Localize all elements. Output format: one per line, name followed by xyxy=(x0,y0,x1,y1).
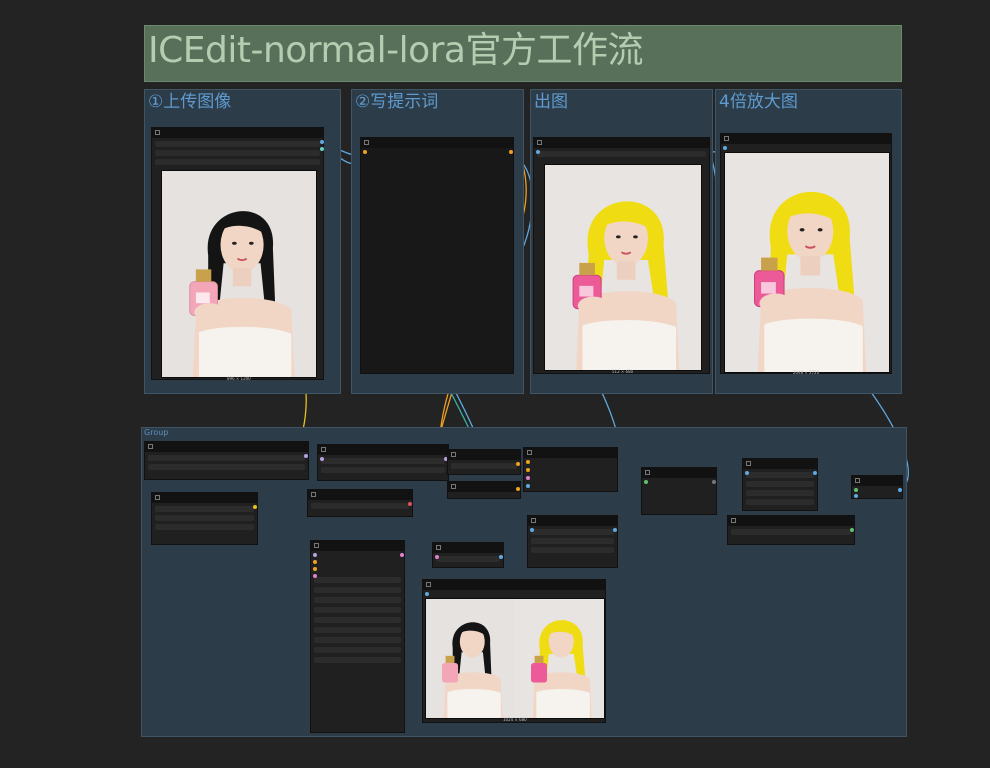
square-icon[interactable] xyxy=(436,545,441,550)
empty-latent-node[interactable] xyxy=(432,542,504,568)
compare-preview-node[interactable]: 1024 × 680 xyxy=(422,579,606,723)
upscaled-image-preview xyxy=(724,152,890,373)
upscale-model-node[interactable] xyxy=(742,458,818,511)
square-icon[interactable] xyxy=(746,461,751,466)
workflow-canvas[interactable]: ICEdit-normal-lora官方工作流 ①上传图像 896 × 1200… xyxy=(0,0,990,768)
output-image-size: 512 × 680 xyxy=(612,369,634,374)
ksampler-node[interactable] xyxy=(310,540,405,733)
portrait-yellow-hair-image xyxy=(725,153,889,372)
square-icon[interactable] xyxy=(148,444,153,449)
input-image-preview xyxy=(161,170,317,378)
model-loader-node[interactable] xyxy=(144,441,309,480)
compare-image-preview xyxy=(425,598,605,719)
square-icon[interactable] xyxy=(731,518,736,523)
square-icon[interactable] xyxy=(426,582,431,587)
square-icon[interactable] xyxy=(451,452,456,457)
square-icon[interactable] xyxy=(314,543,319,548)
load-image-node[interactable]: 896 × 1200 xyxy=(151,127,324,381)
group-title-output: 出图 xyxy=(534,92,568,112)
workflow-title: ICEdit-normal-lora官方工作流 xyxy=(148,30,643,71)
group-title-bottom: Group xyxy=(144,428,169,437)
clip-loader-node[interactable] xyxy=(151,492,258,545)
square-icon[interactable] xyxy=(364,140,369,145)
square-icon[interactable] xyxy=(645,470,650,475)
square-icon[interactable] xyxy=(537,140,542,145)
vae-loader-node[interactable] xyxy=(307,489,413,517)
square-icon[interactable] xyxy=(321,447,326,452)
group-title-upload: ①上传图像 xyxy=(148,92,232,112)
portrait-black-hair-image xyxy=(426,599,515,718)
workflow-title-banner[interactable]: ICEdit-normal-lora官方工作流 xyxy=(144,25,902,82)
conditioning-node[interactable] xyxy=(523,447,618,492)
lora-loader-node[interactable] xyxy=(317,444,449,481)
square-icon[interactable] xyxy=(531,518,536,523)
upscaled-image-size: 2048 × 2720 xyxy=(793,370,820,375)
square-icon[interactable] xyxy=(451,484,456,489)
output-image-preview xyxy=(544,164,702,371)
square-icon[interactable] xyxy=(527,450,532,455)
square-icon[interactable] xyxy=(724,136,729,141)
upscale-image-node[interactable] xyxy=(851,475,903,499)
text-encode-node-1[interactable] xyxy=(447,449,521,475)
vae-decode-node[interactable] xyxy=(527,515,618,568)
group-title-upscale: 4倍放大图 xyxy=(719,92,798,112)
portrait-yellow-hair-image xyxy=(515,599,604,718)
text-encode-node-2[interactable] xyxy=(447,481,521,499)
group-title-prompt: ②写提示词 xyxy=(355,92,439,112)
compare-image-size: 1024 × 680 xyxy=(503,717,527,722)
prompt-text-node[interactable] xyxy=(360,137,514,374)
image-stitch-node[interactable] xyxy=(641,467,717,515)
image-scale-node[interactable] xyxy=(727,515,855,545)
square-icon[interactable] xyxy=(155,495,160,500)
square-icon[interactable] xyxy=(311,492,316,497)
output-preview-node[interactable]: 512 × 680 xyxy=(533,137,710,374)
portrait-black-hair-image xyxy=(162,171,316,377)
upscale-preview-node[interactable]: 2048 × 2720 xyxy=(720,133,892,375)
input-image-size: 896 × 1200 xyxy=(227,376,251,381)
square-icon[interactable] xyxy=(855,478,860,483)
square-icon[interactable] xyxy=(155,130,160,135)
portrait-yellow-hair-image xyxy=(545,165,701,370)
